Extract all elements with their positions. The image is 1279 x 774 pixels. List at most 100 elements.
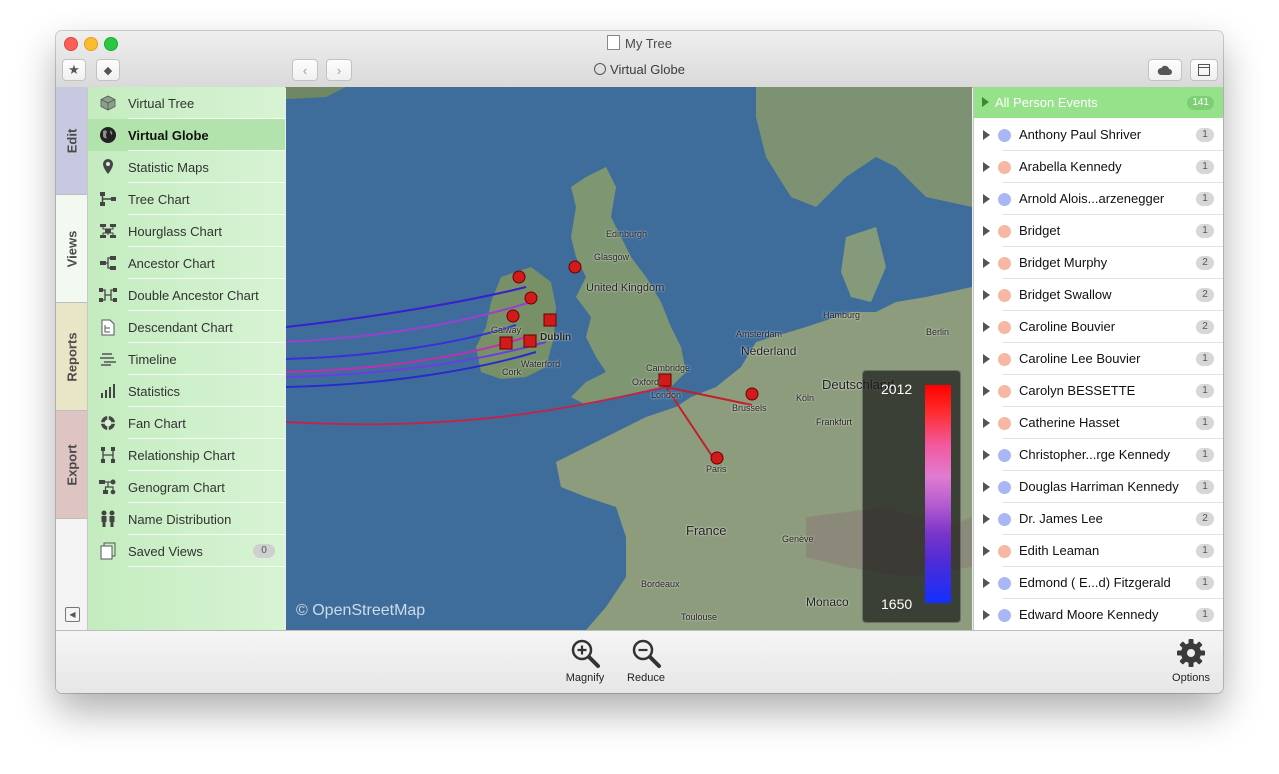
cloud-button[interactable] — [1148, 59, 1182, 81]
magnify-label: Magnify — [565, 672, 605, 684]
view-list: Virtual Tree Virtual Globe Statistic Map… — [88, 87, 285, 630]
view-label: Timeline — [128, 352, 177, 367]
view-item-statistic-maps[interactable]: Statistic Maps — [88, 151, 285, 183]
disclosure-triangle-icon[interactable] — [983, 386, 990, 396]
view-label: Genogram Chart — [128, 480, 225, 495]
person-event-count: 2 — [1196, 256, 1214, 270]
person-row[interactable]: Caroline Lee Bouvier 1 — [974, 343, 1223, 375]
disclosure-triangle-icon[interactable] — [983, 194, 990, 204]
current-view-title-text: Virtual Globe — [610, 62, 685, 77]
timeline-icon — [98, 350, 118, 368]
person-row[interactable]: Caroline Bouvier 2 — [974, 311, 1223, 343]
map-label: United Kingdom — [586, 282, 665, 294]
tab-edit-label: Edit — [64, 128, 79, 153]
tab-views[interactable]: Views — [56, 195, 87, 303]
disclosure-triangle-icon[interactable] — [983, 322, 990, 332]
view-item-fan-chart[interactable]: Fan Chart — [88, 407, 285, 439]
person-name: Carolyn BESSETTE — [1019, 383, 1136, 398]
legend-max-year: 2012 — [881, 381, 913, 397]
collapse-sidebar-button[interactable]: ◀ — [65, 607, 80, 622]
disclosure-triangle-icon[interactable] — [983, 226, 990, 236]
person-row[interactable]: Bridget Swallow 2 — [974, 279, 1223, 311]
person-name: Arabella Kennedy — [1019, 159, 1122, 174]
person-row[interactable]: Dr. James Lee 2 — [974, 503, 1223, 535]
gender-dot-icon — [998, 481, 1011, 494]
person-event-count: 2 — [1196, 288, 1214, 302]
person-row[interactable]: Edmond ( E...d) Fitzgerald 1 — [974, 567, 1223, 599]
map-label: Monaco — [806, 595, 849, 609]
title-toolbar: My Tree ★ ◆ ‹ › Virtual Globe — [56, 31, 1223, 88]
person-row[interactable]: Carolyn BESSETTE 1 — [974, 375, 1223, 407]
person-row[interactable]: Anthony Paul Shriver 1 — [974, 119, 1223, 151]
disclosure-triangle-icon[interactable] — [983, 578, 990, 588]
genogram-chart-icon — [98, 478, 118, 496]
view-item-relationship-chart[interactable]: Relationship Chart — [88, 439, 285, 471]
disclosure-triangle-icon[interactable] — [983, 130, 990, 140]
person-row[interactable]: Arabella Kennedy 1 — [974, 151, 1223, 183]
tab-export[interactable]: Export — [56, 411, 87, 519]
legend-min-year: 1650 — [881, 596, 913, 612]
view-item-virtual-tree[interactable]: Virtual Tree — [88, 87, 285, 119]
gender-dot-icon — [998, 513, 1011, 526]
view-item-genogram-chart[interactable]: Genogram Chart — [88, 471, 285, 503]
view-item-statistics[interactable]: Statistics — [88, 375, 285, 407]
disclosure-triangle-icon[interactable] — [983, 546, 990, 556]
view-item-timeline[interactable]: Timeline — [88, 343, 285, 375]
view-item-descendant-chart[interactable]: Descendant Chart — [88, 311, 285, 343]
bottom-toolbar: Magnify Reduce Options — [56, 630, 1223, 693]
disclosure-triangle-icon[interactable] — [983, 162, 990, 172]
disclosure-triangle-icon[interactable] — [983, 450, 990, 460]
person-row[interactable]: Edward Moore Kennedy 1 — [974, 599, 1223, 630]
cube-icon — [98, 94, 118, 112]
virtual-globe-map[interactable]: United Kingdom Glasgow Edinburgh Dublin … — [286, 87, 972, 630]
person-event-count: 1 — [1196, 224, 1214, 238]
person-row[interactable]: Douglas Harriman Kennedy 1 — [974, 471, 1223, 503]
view-item-name-distribution[interactable]: Name Distribution — [88, 503, 285, 535]
map-label: Cambridge — [646, 363, 691, 373]
disclosure-triangle-icon[interactable] — [983, 482, 990, 492]
disclosure-triangle-icon[interactable] — [983, 258, 990, 268]
window-title: My Tree — [56, 35, 1223, 51]
layout-button[interactable] — [1190, 59, 1218, 81]
view-item-hourglass-chart[interactable]: Hourglass Chart — [88, 215, 285, 247]
reduce-button[interactable]: Reduce — [621, 637, 671, 684]
person-row[interactable]: Bridget Murphy 2 — [974, 247, 1223, 279]
person-row[interactable]: Bridget 1 — [974, 215, 1223, 247]
person-name: Douglas Harriman Kennedy — [1019, 479, 1179, 494]
view-label: Relationship Chart — [128, 448, 235, 463]
reduce-label: Reduce — [627, 672, 665, 684]
gender-dot-icon — [998, 193, 1011, 206]
person-event-count: 1 — [1196, 352, 1214, 366]
view-label: Tree Chart — [128, 192, 190, 207]
disclosure-triangle-icon[interactable] — [983, 290, 990, 300]
year-legend: 2012 1650 — [862, 370, 961, 623]
gender-dot-icon — [998, 129, 1011, 142]
person-event-count: 1 — [1196, 192, 1214, 206]
person-row[interactable]: Arnold Alois...arzenegger 1 — [974, 183, 1223, 215]
person-row[interactable]: Edith Leaman 1 — [974, 535, 1223, 567]
all-person-events-count: 141 — [1187, 96, 1214, 110]
saved-views-count-badge: 0 — [253, 544, 275, 558]
map-label: Frankfurt — [816, 417, 853, 427]
person-name: Caroline Lee Bouvier — [1019, 351, 1141, 366]
disclosure-triangle-icon[interactable] — [983, 418, 990, 428]
view-item-virtual-globe[interactable]: Virtual Globe — [88, 119, 285, 151]
disclosure-triangle-icon[interactable] — [983, 354, 990, 364]
view-item-tree-chart[interactable]: Tree Chart — [88, 183, 285, 215]
zoom-in-icon — [571, 639, 600, 668]
options-button[interactable]: Options — [1166, 637, 1216, 684]
view-item-ancestor-chart[interactable]: Ancestor Chart — [88, 247, 285, 279]
magnify-button[interactable]: Magnify — [560, 637, 610, 684]
person-row[interactable]: Christopher...rge Kennedy 1 — [974, 439, 1223, 471]
all-person-events-row[interactable]: All Person Events 141 — [974, 87, 1223, 118]
person-row[interactable]: Catherine Hasset 1 — [974, 407, 1223, 439]
tab-reports[interactable]: Reports — [56, 303, 87, 411]
disclosure-triangle-icon[interactable] — [983, 514, 990, 524]
tab-edit[interactable]: Edit — [56, 87, 87, 195]
view-item-saved-views[interactable]: Saved Views 0 — [88, 535, 285, 567]
gender-dot-icon — [998, 225, 1011, 238]
disclosure-triangle-icon[interactable] — [983, 610, 990, 620]
view-label: Fan Chart — [128, 416, 186, 431]
view-item-double-ancestor-chart[interactable]: Double Ancestor Chart — [88, 279, 285, 311]
person-event-count: 1 — [1196, 544, 1214, 558]
